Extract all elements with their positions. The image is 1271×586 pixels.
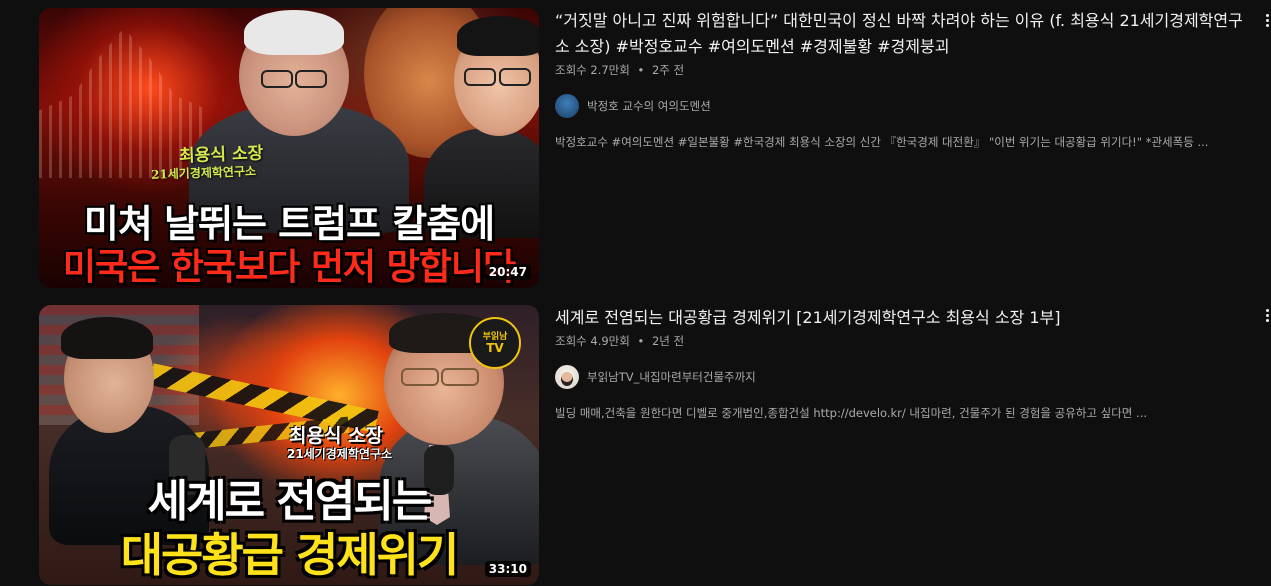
channel-avatar[interactable]	[555, 365, 579, 389]
view-count: 조회수 4.9만회	[555, 334, 630, 348]
channel-name[interactable]: 부읽남TV_내집마련부터건물주까지	[587, 369, 756, 385]
video-stats: 조회수 4.9만회 • 2년 전	[555, 333, 1245, 351]
guest-hair-image	[244, 10, 344, 55]
video-duration-badge: 33:10	[484, 561, 531, 577]
video-stats: 조회수 2.7만회 • 2주 전	[555, 62, 1245, 80]
video-result-2: 부읽남 TV 최용식 소장 21세기경제학연구소 세계로 전염되는 대공황급 경…	[39, 305, 1271, 585]
avatar-face-image	[561, 372, 573, 386]
view-count: 조회수 2.7만회	[555, 63, 630, 77]
host-hair-image	[457, 16, 539, 56]
video-result-1: 최용식 소장 21세기경제학연구소 미쳐 날뛰는 트럼프 칼춤에 미국은 한국보…	[39, 8, 1271, 288]
video-title[interactable]: “거짓말 아니고 진짜 위험합니다” 대한민국이 정신 바짝 차려야 하는 이유…	[555, 8, 1245, 60]
meta-separator: •	[637, 63, 645, 77]
thumbnail-guest-name: 최용식 소장	[289, 425, 384, 447]
glasses-image	[295, 70, 327, 88]
channel-link[interactable]: 부읽남TV_내집마련부터건물주까지	[555, 365, 1245, 389]
host-hair-image	[61, 317, 153, 359]
video-description-snippet: 박정호교수 #여의도멘션 #일본불황 #한국경제 최용식 소장의 신간 『한국경…	[555, 135, 1209, 149]
glasses-image	[261, 70, 293, 88]
channel-logo-badge: 부읽남 TV	[469, 317, 521, 369]
channel-link[interactable]: 박정호 교수의 여의도멘션	[555, 94, 1245, 118]
channel-avatar[interactable]	[555, 94, 579, 118]
more-vert-icon[interactable]	[1262, 303, 1271, 327]
glasses-image	[499, 68, 531, 86]
upload-age: 2주 전	[651, 63, 685, 77]
logo-text: 부읽남	[482, 331, 508, 342]
video-title[interactable]: 세계로 전염되는 대공황급 경제위기 [21세기경제학연구소 최용식 소장 1부…	[555, 305, 1245, 331]
meta-separator: •	[637, 334, 645, 348]
search-results: 최용식 소장 21세기경제학연구소 미쳐 날뛰는 트럼프 칼춤에 미국은 한국보…	[0, 0, 1271, 586]
channel-name[interactable]: 박정호 교수의 여의도멘션	[587, 98, 711, 114]
thumbnail-headline-line-2: 미국은 한국보다 먼저 망합니다	[62, 247, 516, 288]
more-vert-icon[interactable]	[1262, 8, 1271, 32]
video-thumbnail-1[interactable]: 최용식 소장 21세기경제학연구소 미쳐 날뛰는 트럼프 칼춤에 미국은 한국보…	[39, 8, 539, 288]
glasses-image	[464, 68, 496, 86]
thumbnail-guest-org: 21세기경제학연구소	[287, 447, 393, 461]
video-meta-2: 세계로 전염되는 대공황급 경제위기 [21세기경제학연구소 최용식 소장 1부…	[555, 305, 1245, 585]
glasses-image	[441, 368, 479, 386]
glasses-image	[401, 368, 439, 386]
video-meta-1: “거짓말 아니고 진짜 위험합니다” 대한민국이 정신 바짝 차려야 하는 이유…	[555, 8, 1245, 288]
video-thumbnail-2[interactable]: 부읽남 TV 최용식 소장 21세기경제학연구소 세계로 전염되는 대공황급 경…	[39, 305, 539, 585]
logo-text: TV	[486, 340, 504, 355]
video-duration-badge: 20:47	[484, 264, 531, 280]
video-description-snippet: 빌딩 매매,건축을 원한다면 디벨로 중개법인,종합건설 http://deve…	[555, 406, 1148, 420]
thumbnail-headline-line-2: 대공황급 경제위기	[120, 528, 460, 582]
upload-age: 2년 전	[651, 334, 685, 348]
